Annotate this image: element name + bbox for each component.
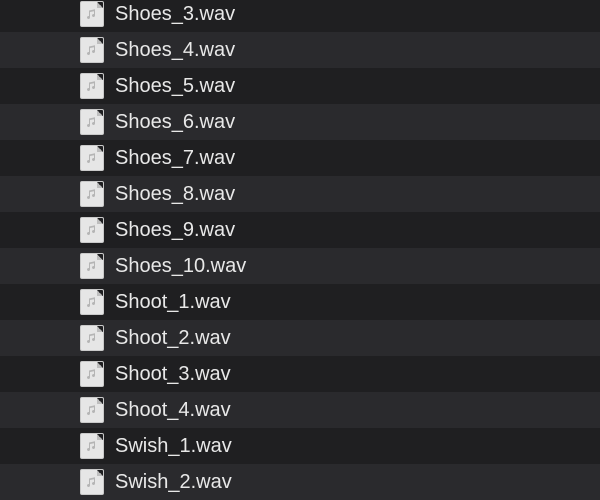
audio-file-icon bbox=[80, 73, 104, 99]
audio-file-icon bbox=[80, 361, 104, 387]
audio-file-icon bbox=[80, 1, 104, 27]
file-row[interactable]: Shoes_8.wav bbox=[0, 176, 600, 212]
file-name: Shoot_4.wav bbox=[115, 399, 231, 421]
file-name: Shoes_9.wav bbox=[115, 219, 236, 241]
audio-file-icon bbox=[80, 37, 104, 63]
file-name: Shoes_4.wav bbox=[115, 39, 236, 61]
file-row[interactable]: Shoes_5.wav bbox=[0, 68, 600, 104]
audio-file-icon bbox=[80, 217, 104, 243]
file-name: Shoes_7.wav bbox=[115, 147, 236, 169]
audio-file-icon bbox=[80, 253, 104, 279]
file-name: Swish_2.wav bbox=[115, 471, 232, 493]
audio-file-icon bbox=[80, 109, 104, 135]
file-name: Shoes_6.wav bbox=[115, 111, 236, 133]
audio-file-icon bbox=[80, 433, 104, 459]
file-name: Shoes_3.wav bbox=[115, 3, 236, 25]
file-row[interactable]: Shoot_1.wav bbox=[0, 284, 600, 320]
file-list: Shoes_3.wav Shoes_4.wav Shoes_5.wav Shoe… bbox=[0, 0, 600, 500]
file-row[interactable]: Shoot_4.wav bbox=[0, 392, 600, 428]
file-name: Swish_1.wav bbox=[115, 435, 232, 457]
file-name: Shoes_8.wav bbox=[115, 183, 236, 205]
audio-file-icon bbox=[80, 181, 104, 207]
file-name: Shoot_2.wav bbox=[115, 327, 231, 349]
file-row[interactable]: Shoes_4.wav bbox=[0, 32, 600, 68]
file-name: Shoes_10.wav bbox=[115, 255, 247, 277]
file-row[interactable]: Swish_2.wav bbox=[0, 464, 600, 500]
file-name: Shoot_3.wav bbox=[115, 363, 231, 385]
audio-file-icon bbox=[80, 325, 104, 351]
audio-file-icon bbox=[80, 397, 104, 423]
file-row[interactable]: Shoes_3.wav bbox=[0, 0, 600, 32]
audio-file-icon bbox=[80, 469, 104, 495]
file-name: Shoot_1.wav bbox=[115, 291, 231, 313]
audio-file-icon bbox=[80, 289, 104, 315]
audio-file-icon bbox=[80, 145, 104, 171]
file-name: Shoes_5.wav bbox=[115, 75, 236, 97]
file-row[interactable]: Shoes_6.wav bbox=[0, 104, 600, 140]
file-row[interactable]: Shoot_2.wav bbox=[0, 320, 600, 356]
file-row[interactable]: Shoes_7.wav bbox=[0, 140, 600, 176]
file-row[interactable]: Shoot_3.wav bbox=[0, 356, 600, 392]
file-row[interactable]: Swish_1.wav bbox=[0, 428, 600, 464]
file-row[interactable]: Shoes_9.wav bbox=[0, 212, 600, 248]
file-row[interactable]: Shoes_10.wav bbox=[0, 248, 600, 284]
